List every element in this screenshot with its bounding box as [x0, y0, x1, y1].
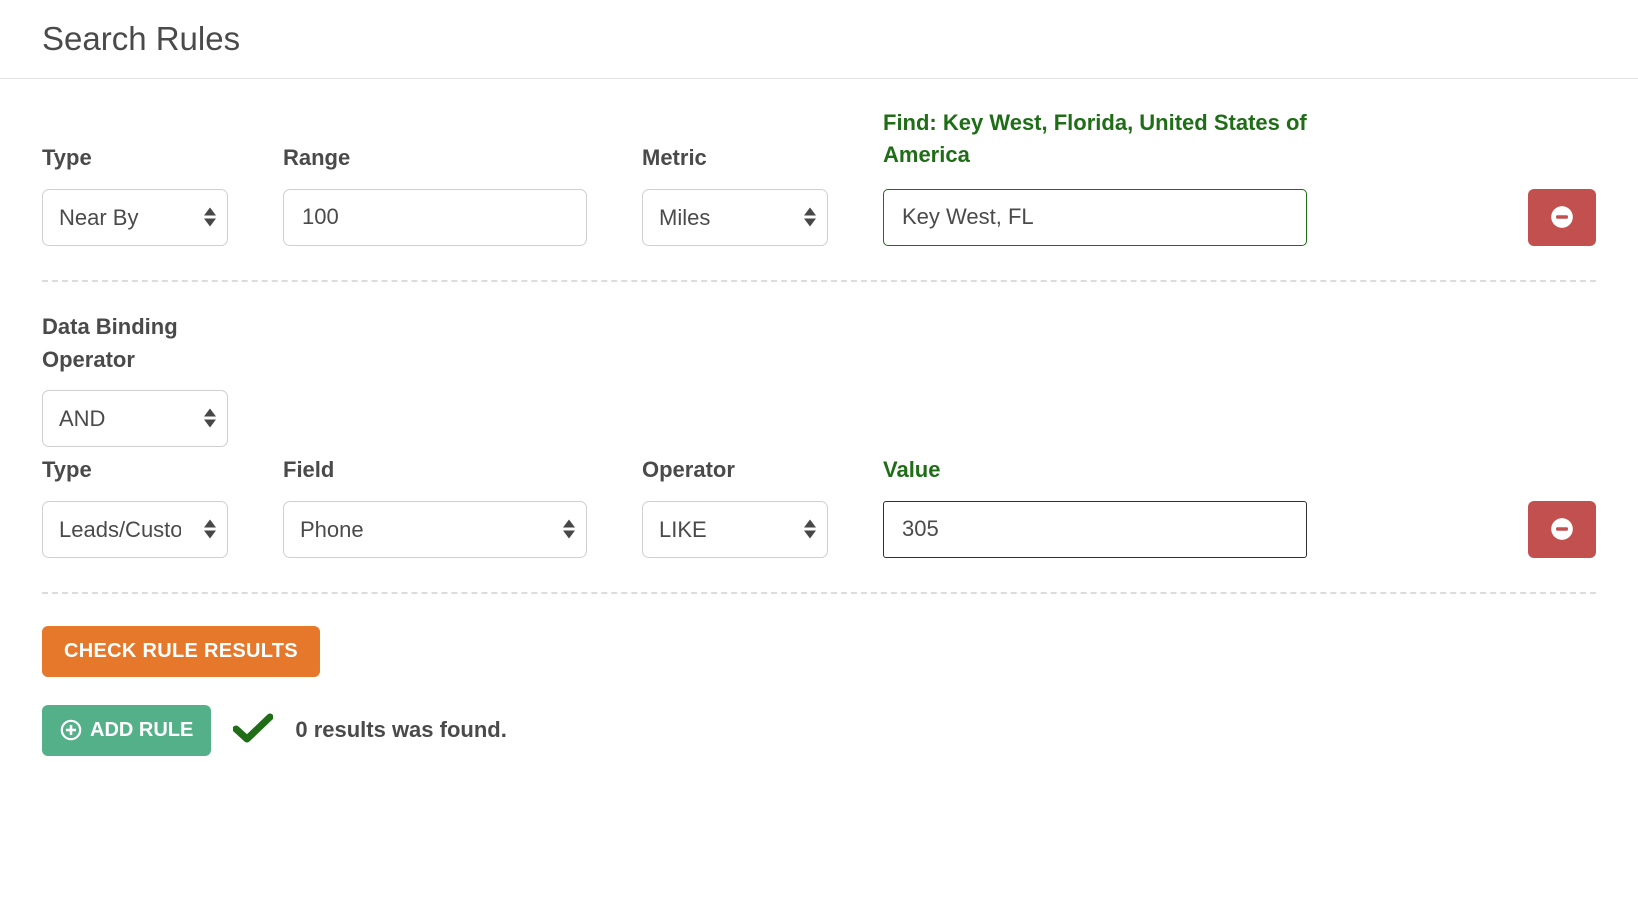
operator-label: Operator [642, 457, 828, 483]
range-input[interactable] [283, 189, 587, 246]
type-select[interactable]: Near By [42, 189, 228, 246]
binding-block: Data Binding Operator AND [42, 282, 1596, 447]
type-label: Type [42, 145, 228, 171]
field-cell: Field Phone [283, 457, 587, 558]
binding-label: Data Binding Operator [42, 310, 212, 376]
find-label: Find: Key West, Florida, United States o… [883, 107, 1313, 171]
metric-cell: Metric Miles [642, 145, 828, 246]
rule-2: Type Leads/Custom Field Phone [42, 447, 1596, 594]
metric-label: Metric [642, 145, 828, 171]
range-cell: Range [283, 145, 587, 246]
delete-rule-button-2[interactable] [1528, 501, 1596, 558]
delete-rule-button[interactable] [1528, 189, 1596, 246]
check-rule-results-button[interactable]: CHECK RULE RESULTS [42, 626, 320, 677]
page-title: Search Rules [42, 0, 1596, 78]
actions-block: CHECK RULE RESULTS ADD RULE 0 results wa… [42, 594, 1596, 756]
field-select[interactable]: Phone [283, 501, 587, 558]
range-label: Range [283, 145, 587, 171]
operator-select[interactable]: LIKE [642, 501, 828, 558]
rule-1: Type Near By Range Metric Miles [42, 79, 1596, 282]
add-rule-button[interactable]: ADD RULE [42, 705, 211, 756]
value-input[interactable] [883, 501, 1307, 558]
minus-circle-icon [1549, 516, 1575, 542]
value-cell: Value [883, 457, 1307, 558]
type2-select[interactable]: Leads/Custom [42, 501, 228, 558]
plus-circle-icon [60, 719, 82, 741]
add-rule-label: ADD RULE [90, 719, 193, 742]
binding-select[interactable]: AND [42, 390, 228, 447]
type2-label: Type [42, 457, 228, 483]
find-cell: Find: Key West, Florida, United States o… [883, 107, 1313, 246]
type2-cell: Type Leads/Custom [42, 457, 228, 558]
results-text: 0 results was found. [295, 717, 507, 743]
type-cell: Type Near By [42, 145, 228, 246]
check-icon [233, 712, 273, 749]
value-label: Value [883, 457, 1307, 483]
minus-circle-icon [1549, 204, 1575, 230]
field-label: Field [283, 457, 587, 483]
operator-cell: Operator LIKE [642, 457, 828, 558]
find-input[interactable] [883, 189, 1307, 246]
metric-select[interactable]: Miles [642, 189, 828, 246]
